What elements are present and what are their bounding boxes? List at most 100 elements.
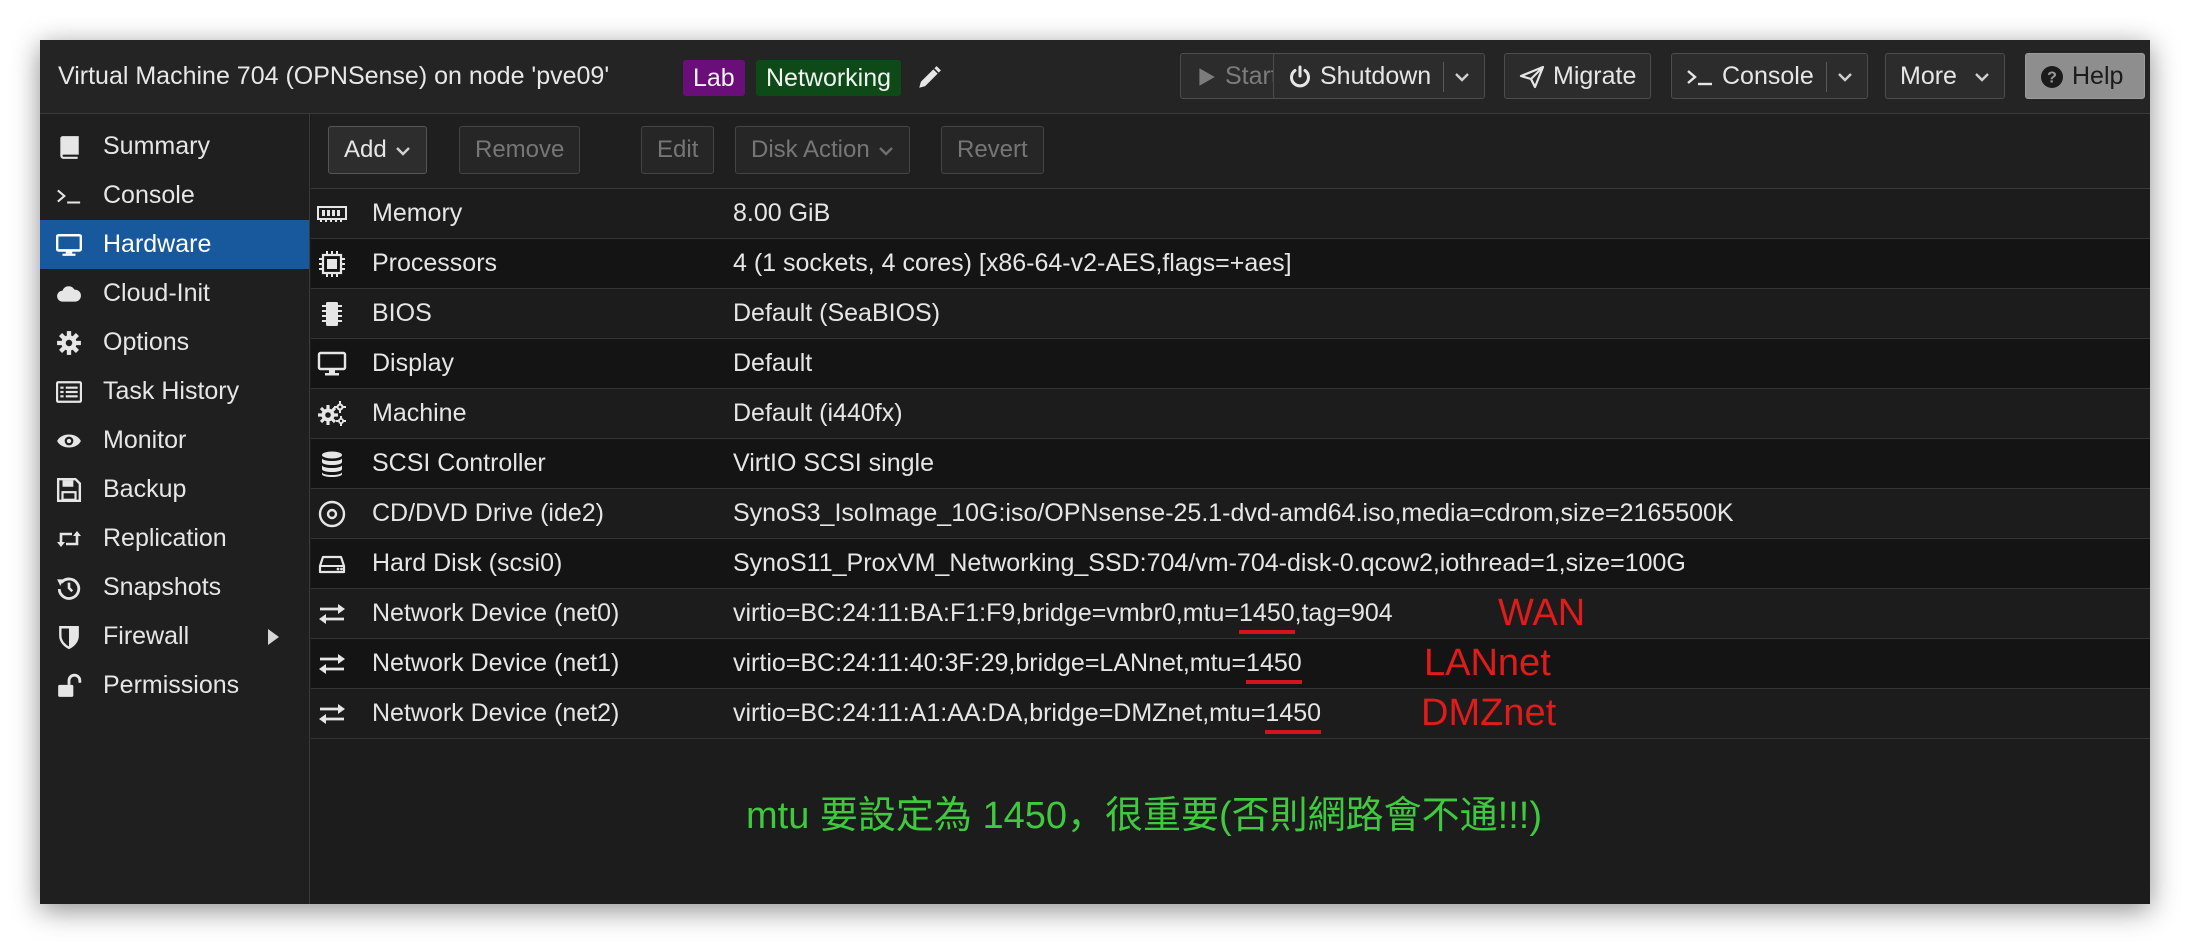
sidebar-item-label: Firewall <box>103 622 190 650</box>
page-title: Virtual Machine 704 (OPNSense) on node '… <box>58 62 610 90</box>
value-suffix: ,tag=904 <box>1294 599 1393 627</box>
chevron-down-icon[interactable] <box>1454 71 1470 83</box>
row-value: Default (i440fx) <box>733 399 903 427</box>
sidebar-item-label: Options <box>103 328 190 356</box>
shutdown-button[interactable]: Shutdown <box>1273 53 1486 99</box>
chevron-down-icon <box>1975 73 1989 83</box>
revert-button[interactable]: Revert <box>941 126 1044 174</box>
sidebar-item-label: Backup <box>103 475 187 503</box>
disk-action-button-label: Disk Action <box>751 136 870 163</box>
table-row[interactable]: Network Device (net1) virtio=BC:24:11:40… <box>311 639 2150 689</box>
floppy-icon <box>56 477 82 503</box>
shield-icon <box>59 626 79 650</box>
edit-button-label: Edit <box>657 136 699 163</box>
table-row[interactable]: Memory 8.00 GiB <box>311 189 2150 239</box>
row-name: Machine <box>372 399 467 427</box>
help-button[interactable]: ? Help <box>2025 53 2145 99</box>
edit-button[interactable]: Edit <box>641 126 715 174</box>
desktop-icon <box>56 233 82 256</box>
add-button[interactable]: Add <box>328 126 427 174</box>
sidebar-item-backup[interactable]: Backup <box>40 465 309 514</box>
terminal-icon <box>57 189 81 204</box>
migrate-button-label: Migrate <box>1553 62 1637 90</box>
table-row[interactable]: Display Default <box>311 339 2150 389</box>
retweet-icon <box>57 531 81 547</box>
row-name: CD/DVD Drive (ide2) <box>372 499 604 527</box>
annotation-dmznet: DMZnet <box>1421 692 1557 734</box>
sidebar-item-summary[interactable]: Summary <box>40 122 309 171</box>
pencil-icon[interactable] <box>916 65 942 91</box>
row-name: Display <box>372 349 454 377</box>
sidebar-item-options[interactable]: Options <box>40 318 309 367</box>
sidebar-item-label: Cloud-Init <box>103 279 210 307</box>
more-button[interactable]: More <box>1885 53 2005 99</box>
row-name: BIOS <box>372 299 432 327</box>
tag-networking[interactable]: Networking <box>756 60 902 96</box>
sidebar-item-firewall[interactable]: Firewall <box>40 612 309 661</box>
chevron-down-icon <box>395 146 410 156</box>
table-row[interactable]: CD/DVD Drive (ide2) SynoS3_IsoImage_10G:… <box>311 489 2150 539</box>
table-row[interactable]: Hard Disk (scsi0) SynoS11_ProxVM_Network… <box>311 539 2150 589</box>
table-row[interactable]: Machine Default (i440fx) <box>311 389 2150 439</box>
sidebar-item-hardware[interactable]: Hardware <box>40 220 309 269</box>
row-name: Hard Disk (scsi0) <box>372 549 563 577</box>
vm-window: Virtual Machine 704 (OPNSense) on node '… <box>40 40 2150 904</box>
mtu-value: 1450 <box>1246 639 1303 688</box>
list-icon <box>56 381 82 403</box>
table-row[interactable]: Network Device (net0) virtio=BC:24:11:BA… <box>311 589 2150 639</box>
play-icon <box>1199 68 1215 87</box>
value-prefix: virtio=BC:24:11:A1:AA:DA,bridge=DMZnet,m… <box>733 699 1266 727</box>
table-row[interactable]: Processors 4 (1 sockets, 4 cores) [x86-6… <box>311 239 2150 289</box>
console-button[interactable]: Console <box>1671 53 1868 99</box>
table-row[interactable]: BIOS Default (SeaBIOS) <box>311 289 2150 339</box>
mtu-value: 1450 <box>1265 689 1322 738</box>
row-name: Network Device (net0) <box>372 599 620 627</box>
mtu-value: 1450 <box>1239 589 1296 638</box>
chevron-down-icon <box>878 146 893 156</box>
row-value: Default (SeaBIOS) <box>733 299 941 327</box>
row-value: virtio=BC:24:11:40:3F:29,bridge=LANnet,m… <box>733 639 1303 688</box>
row-value: SynoS3_IsoImage_10G:iso/OPNsense-25.1-dv… <box>733 499 1734 527</box>
mtu-text: 1450 <box>1246 649 1302 677</box>
row-name: Network Device (net2) <box>372 699 620 727</box>
value-prefix: virtio=BC:24:11:BA:F1:F9,bridge=vmbr0,mt… <box>733 599 1240 627</box>
migrate-button[interactable]: Migrate <box>1504 53 1652 99</box>
remove-button-label: Remove <box>475 136 565 163</box>
table-row[interactable]: SCSI Controller VirtIO SCSI single <box>311 439 2150 489</box>
row-value: 4 (1 sockets, 4 cores) [x86-64-v2-AES,fl… <box>733 249 1292 277</box>
exchange-icon <box>319 604 345 624</box>
help-button-label: Help <box>2072 62 2124 90</box>
cpu-icon <box>319 251 345 277</box>
question-circle-icon: ? <box>2041 66 2063 89</box>
sidebar-item-snapshots[interactable]: Snapshots <box>40 563 309 612</box>
expand-arrow-icon[interactable] <box>268 629 279 645</box>
gear-icon <box>57 331 81 355</box>
annotation-lannet: LANnet <box>1424 642 1551 684</box>
sidebar-item-task-history[interactable]: Task History <box>40 367 309 416</box>
disk-action-button[interactable]: Disk Action <box>735 126 910 174</box>
mtu-note-annotation: mtu 要設定為 1450，很重要(否則網路會不通!!!) <box>746 795 1542 837</box>
revert-button-label: Revert <box>957 136 1028 163</box>
sidebar-item-replication[interactable]: Replication <box>40 514 309 563</box>
sidebar-item-console[interactable]: Console <box>40 171 309 220</box>
red-underline <box>1265 730 1322 734</box>
start-button-label: Start <box>1225 62 1278 90</box>
tag-lab[interactable]: Lab <box>683 60 745 96</box>
row-name: Network Device (net1) <box>372 649 620 677</box>
remove-button[interactable]: Remove <box>459 126 581 174</box>
table-row[interactable]: Network Device (net2) virtio=BC:24:11:A1… <box>311 689 2150 739</box>
chevron-down-icon[interactable] <box>1837 71 1853 83</box>
svg-text:?: ? <box>2047 70 2057 87</box>
sidebar-item-label: Replication <box>103 524 227 552</box>
header-bar: Virtual Machine 704 (OPNSense) on node '… <box>40 40 2150 114</box>
row-value: virtio=BC:24:11:A1:AA:DA,bridge=DMZnet,m… <box>733 689 1322 738</box>
row-value: VirtIO SCSI single <box>733 449 935 477</box>
shutdown-button-label: Shutdown <box>1320 62 1432 90</box>
sidebar-item-monitor[interactable]: Monitor <box>40 416 309 465</box>
sidebar-item-permissions[interactable]: Permissions <box>40 661 309 710</box>
row-name: Processors <box>372 249 498 277</box>
unlock-icon <box>58 673 82 697</box>
sidebar-item-cloud-init[interactable]: Cloud-Init <box>40 269 309 318</box>
sidebar-item-label: Console <box>103 181 195 209</box>
cloud-icon <box>57 286 81 302</box>
